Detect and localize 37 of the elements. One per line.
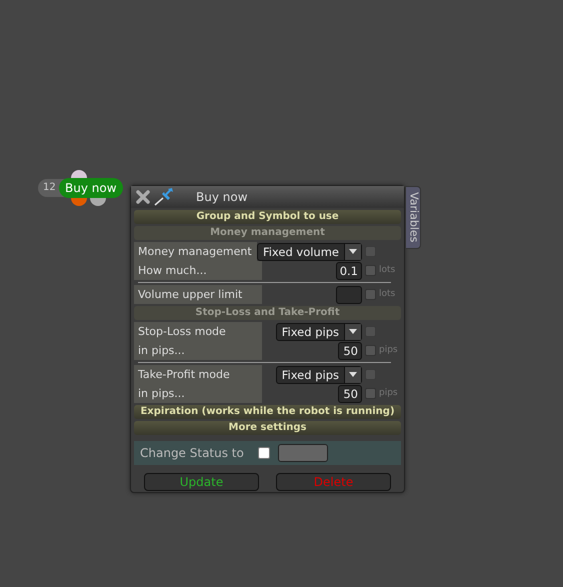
number-field[interactable]: 0.1 — [336, 262, 362, 280]
field-label: in pips... — [134, 341, 262, 360]
number-field[interactable] — [336, 286, 362, 304]
checkbox[interactable] — [365, 265, 376, 276]
field-label: Volume upper limit — [134, 285, 262, 304]
field-label: Stop-Loss mode — [134, 322, 262, 341]
variables-tab[interactable]: Variables — [405, 186, 421, 249]
unit-label: pips — [379, 386, 399, 400]
dropdown[interactable]: Fixed pips — [276, 322, 362, 340]
number-field[interactable]: 50 — [338, 384, 362, 402]
field-label: Money management — [134, 242, 257, 261]
order-label[interactable]: Buy now — [59, 178, 123, 198]
close-icon[interactable] — [136, 190, 150, 204]
status-field[interactable] — [278, 444, 328, 462]
checkbox[interactable] — [365, 289, 376, 300]
checkbox[interactable] — [365, 345, 376, 356]
pin-icon[interactable] — [154, 188, 176, 206]
caret-icon — [349, 329, 357, 334]
section-header[interactable]: Group and Symbol to use — [134, 210, 401, 224]
panel-title: Buy now — [196, 189, 248, 206]
caret-icon — [349, 372, 357, 377]
checkbox[interactable] — [365, 388, 376, 399]
section-header[interactable]: More settings — [134, 421, 401, 435]
dropdown[interactable]: Fixed volume — [256, 242, 362, 260]
number-field[interactable]: 50 — [338, 342, 362, 360]
unit-label: pips — [379, 344, 399, 357]
field-label: Take-Profit mode — [134, 365, 262, 384]
dropdown[interactable]: Fixed pips — [276, 366, 362, 384]
section-header[interactable]: Expiration (works while the robot is running) — [134, 405, 401, 419]
caret-icon — [349, 249, 357, 254]
field-label: in pips... — [134, 384, 262, 403]
status-label: Change Status to — [140, 445, 245, 462]
checkbox[interactable] — [258, 447, 270, 459]
unit-label: lots — [379, 288, 396, 301]
update-button[interactable]: Update — [144, 473, 259, 491]
field-label: How much... — [134, 261, 262, 280]
unit-label: lots — [379, 264, 396, 277]
